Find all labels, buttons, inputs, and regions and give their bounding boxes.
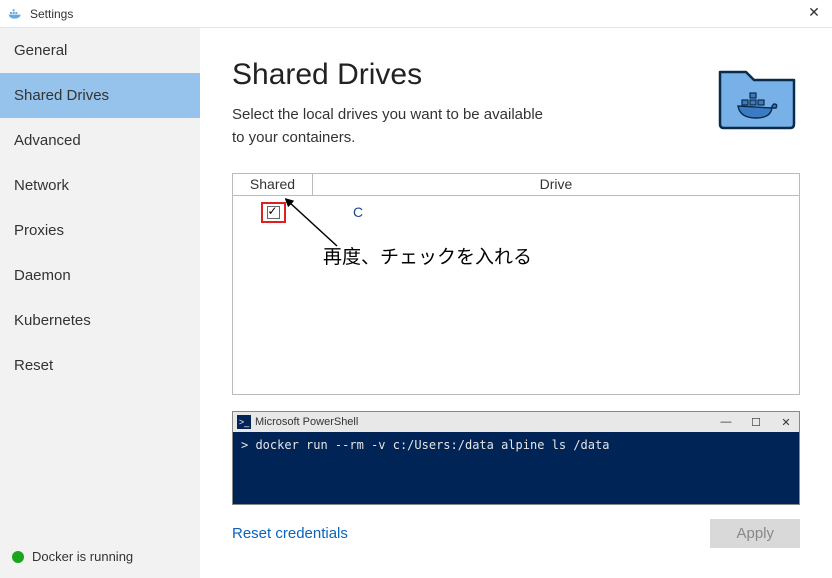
sidebar-item-network[interactable]: Network	[0, 163, 200, 208]
terminal-output: > docker run --rm -v c:/Users:/data alpi…	[233, 432, 799, 504]
annotation-highlight-box	[261, 202, 286, 223]
page-title: Shared Drives	[232, 58, 702, 92]
sidebar-item-shared-drives[interactable]: Shared Drives	[0, 73, 200, 118]
terminal-window: >_ Microsoft PowerShell — ☐ ✕ > docker r…	[232, 411, 800, 505]
column-header-drive: Drive	[313, 174, 799, 195]
table-row: C	[233, 196, 799, 228]
sidebar-item-proxies[interactable]: Proxies	[0, 208, 200, 253]
status-indicator-icon	[12, 551, 24, 563]
docker-folder-icon	[714, 58, 800, 134]
terminal-maximize-button[interactable]: ☐	[747, 416, 765, 429]
window-close-button[interactable]: ✕	[804, 4, 824, 21]
sidebar-item-kubernetes[interactable]: Kubernetes	[0, 298, 200, 343]
docker-icon	[8, 6, 24, 22]
page-description: Select the local drives you want to be a…	[232, 104, 552, 149]
window-title: Settings	[30, 7, 73, 21]
sidebar-item-daemon[interactable]: Daemon	[0, 253, 200, 298]
drive-letter: C	[313, 204, 799, 220]
drives-table: Shared Drive C 再度、チェックを入れる	[232, 173, 800, 395]
terminal-titlebar: >_ Microsoft PowerShell — ☐ ✕	[233, 412, 799, 432]
sidebar: General Shared Drives Advanced Network P…	[0, 28, 200, 578]
sidebar-item-advanced[interactable]: Advanced	[0, 118, 200, 163]
terminal-title: Microsoft PowerShell	[255, 416, 358, 428]
powershell-icon: >_	[237, 415, 251, 429]
terminal-close-button[interactable]: ✕	[777, 416, 795, 429]
apply-button[interactable]: Apply	[710, 519, 800, 548]
window-titlebar: Settings ✕	[0, 0, 832, 28]
status-bar: Docker is running	[0, 535, 200, 578]
reset-credentials-link[interactable]: Reset credentials	[232, 525, 348, 542]
status-text: Docker is running	[32, 549, 133, 564]
column-header-shared: Shared	[233, 174, 313, 195]
sidebar-item-reset[interactable]: Reset	[0, 343, 200, 388]
terminal-minimize-button[interactable]: —	[717, 416, 735, 429]
drive-shared-checkbox[interactable]	[267, 206, 280, 219]
annotation-text: 再度、チェックを入れる	[323, 242, 532, 269]
sidebar-item-general[interactable]: General	[0, 28, 200, 73]
